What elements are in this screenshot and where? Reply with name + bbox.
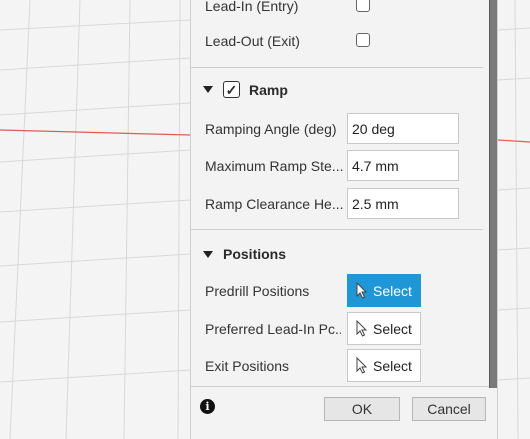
max-ramp-step-row: Maximum Ramp Ste... — [205, 158, 343, 174]
lead-out-label: Lead-Out (Exit) — [205, 33, 300, 49]
preferred-lead-in-select-button[interactable]: Select — [347, 312, 421, 345]
lead-out-checkbox[interactable] — [356, 33, 370, 47]
cursor-arrow-icon — [356, 320, 368, 337]
ramping-angle-input[interactable]: 20 deg — [347, 113, 459, 144]
lead-out-row: Lead-Out (Exit) — [205, 33, 300, 49]
lead-in-label: Lead-In (Entry) — [205, 0, 299, 14]
panel-scrollbar[interactable] — [489, 0, 497, 388]
collapse-triangle-icon — [203, 250, 213, 258]
select-label: Select — [373, 320, 412, 337]
select-label: Select — [373, 282, 412, 299]
collapse-triangle-icon — [203, 86, 213, 93]
lead-in-checkbox[interactable] — [356, 0, 370, 12]
divider — [191, 67, 483, 68]
ramp-clearance-input[interactable]: 2.5 mm — [347, 188, 459, 219]
ramp-clearance-label: Ramp Clearance He... — [205, 196, 343, 212]
exit-select-button[interactable]: Select — [347, 349, 421, 382]
predrill-positions-label: Predrill Positions — [205, 283, 310, 299]
predrill-select-button[interactable]: Select — [347, 274, 421, 307]
lead-in-row: Lead-In (Entry) — [205, 0, 298, 14]
exit-positions-label: Exit Positions — [205, 358, 290, 374]
ramping-angle-label: Ramping Angle (deg) — [205, 121, 337, 137]
predrill-positions-row: Predrill Positions — [205, 283, 343, 299]
ramp-section-header[interactable]: ✓ Ramp — [203, 81, 288, 98]
ramping-angle-row: Ramping Angle (deg) — [205, 121, 343, 137]
preferred-lead-in-row: Preferred Lead-In Pc... — [205, 321, 341, 337]
positions-section-title: Positions — [223, 246, 287, 262]
positions-section-header[interactable]: Positions — [203, 246, 286, 262]
preferred-lead-in-label: Preferred Lead-In Pc... — [205, 321, 341, 337]
cursor-arrow-icon — [356, 357, 368, 374]
select-label: Select — [373, 357, 412, 374]
ramp-clearance-row: Ramp Clearance He... — [205, 196, 343, 212]
ramp-section-title: Ramp — [249, 81, 288, 98]
ramp-checkbox[interactable]: ✓ — [223, 81, 240, 98]
exit-positions-row: Exit Positions — [205, 358, 343, 374]
dialog-footer: i OK Cancel — [191, 386, 497, 427]
ok-button[interactable]: OK — [324, 397, 400, 421]
cursor-arrow-icon — [356, 282, 368, 299]
ramp-settings-panel: Lead-In (Entry) Lead-Out (Exit) ✓ Ramp R… — [190, 0, 498, 439]
divider — [191, 229, 483, 230]
cancel-button[interactable]: Cancel — [412, 397, 486, 421]
max-ramp-step-label: Maximum Ramp Ste... — [205, 158, 343, 174]
max-ramp-step-input[interactable]: 4.7 mm — [347, 150, 459, 181]
info-icon[interactable]: i — [200, 399, 215, 414]
